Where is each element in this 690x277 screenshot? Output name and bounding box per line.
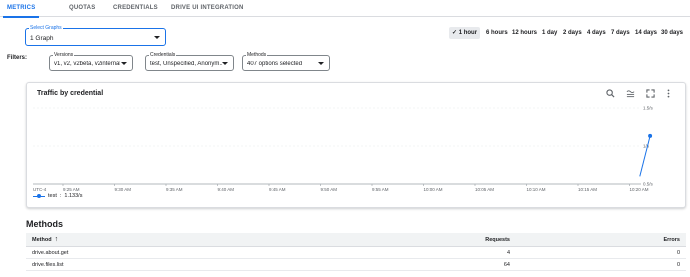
time-range-7-days[interactable]: 7 days [611,27,630,39]
credentials-filter-label: Credentials [149,52,177,58]
chevron-down-icon [121,62,127,65]
methods-heading: Methods [26,219,63,229]
methods-filter-label: Methods [246,52,268,58]
chart-gridlines [33,107,641,185]
select-graphs-label: Select Graphs [29,25,63,31]
time-range-label: 1 hour [458,30,478,36]
chevron-down-icon [222,62,228,65]
tab-credentials[interactable]: CREDENTIALS [113,0,158,17]
cell-method: drive.files.list [32,261,64,268]
cell-method: drive.about.get [32,249,69,256]
timezone-label: UTC-4 [33,187,47,192]
select-graphs-value: 1 Graph [30,35,54,42]
legend-series-value: 1.133/s [64,193,83,199]
legend-swatch [33,194,45,199]
credentials-filter[interactable]: Credentials test, Unspecified, Anonym... [145,52,234,71]
chevron-down-icon [154,36,160,39]
x-tick-label: 9:40 AM [218,187,235,192]
legend-series-name: test [48,193,57,199]
x-tick-label: 10:20 AM [630,187,649,192]
time-range-4-days[interactable]: 4 days [587,27,606,39]
select-graphs-dropdown[interactable]: Select Graphs 1 Graph [25,25,166,46]
versions-filter[interactable]: Versions v1, v2, v2beta, v2internal, ... [49,52,133,71]
y-tick-label: 1/s [643,144,650,149]
series-line-test [639,135,651,177]
legend-colon: : [59,193,62,199]
x-tick-label: 9:45 AM [269,187,286,192]
time-range-2-days[interactable]: 2 days [563,27,582,39]
filters-label: Filters: [7,55,28,61]
credentials-filter-value: test, Unspecified, Anonym... [150,61,222,67]
versions-filter-label: Versions [53,52,75,58]
arrow-up-icon: ↑ [54,236,59,243]
table-header: Method ↑ Requests Errors [26,233,686,247]
methods-filter-value: 407 options selected [247,61,303,67]
tab-drive-ui-integration[interactable]: DRIVE UI INTEGRATION [171,0,244,17]
x-tick-label: 9:55 AM [372,187,389,192]
versions-filter-value: v1, v2, v2beta, v2internal, ... [54,61,120,67]
x-tick-label: 10:00 AM [424,187,443,192]
column-header-errors[interactable]: Errors [663,233,680,246]
chart-legend[interactable]: test: 1.133/s [33,193,82,199]
chart-x-axis: UTC-4 9:25 AM 9:30 AM 9:35 AM 9:40 AM 9:45 AM… [33,184,649,192]
y-tick-label: 0.5/s [643,182,654,187]
x-tick-label: 9:30 AM [115,187,132,192]
chevron-down-icon [318,62,324,65]
time-range-12-hours[interactable]: 12 hours [512,27,537,39]
tab-quotas[interactable]: QUOTAS [69,0,95,17]
column-header-requests[interactable]: Requests [485,233,510,246]
time-range-1-hour[interactable]: ✓ 1 hour [449,27,481,39]
column-header-method[interactable]: Method ↑ [32,233,58,246]
x-tick-label: 9:50 AM [321,187,338,192]
table-row: drive.files.list 64 0 [26,259,686,271]
table-row: drive.about.get 4 0 [26,247,686,259]
column-header-method-label: Method [32,236,52,243]
chart-y-axis: 1.5/s 1/s 0.5/s [643,106,654,187]
y-tick-label: 1.5/s [643,106,654,111]
time-range-30-days[interactable]: 30 days [661,27,683,39]
cell-errors: 0 [676,249,680,256]
x-tick-label: 10:05 AM [475,187,494,192]
traffic-chart-card: Traffic by credential UTC-4 9:25 AM 9:30 A… [26,82,686,208]
chart-series [639,133,653,177]
tab-bar: METRICS QUOTAS CREDENTIALS DRIVE UI INTE… [0,0,690,18]
cell-requests: 4 [506,249,510,256]
series-point-test [648,133,653,138]
methods-filter[interactable]: Methods 407 options selected [242,52,330,71]
x-tick-label: 9:35 AM [166,187,183,192]
x-tick-label: 10:15 AM [578,187,597,192]
check-icon: ✓ [452,30,459,36]
x-tick-label: 10:10 AM [527,187,546,192]
time-range-selector: ✓ 1 hour 6 hours 12 hours 1 day 2 days 4… [449,27,685,39]
x-tick-label: 9:25 AM [63,187,80,192]
time-range-14-days[interactable]: 14 days [635,27,657,39]
time-range-1-day[interactable]: 1 day [542,27,557,39]
traffic-chart: UTC-4 9:25 AM 9:30 AM 9:35 AM 9:40 AM 9:45 AM… [33,106,654,192]
cell-requests: 64 [503,261,510,268]
tab-metrics[interactable]: METRICS [2,0,40,18]
cell-errors: 0 [676,261,680,268]
time-range-6-hours[interactable]: 6 hours [486,27,508,39]
